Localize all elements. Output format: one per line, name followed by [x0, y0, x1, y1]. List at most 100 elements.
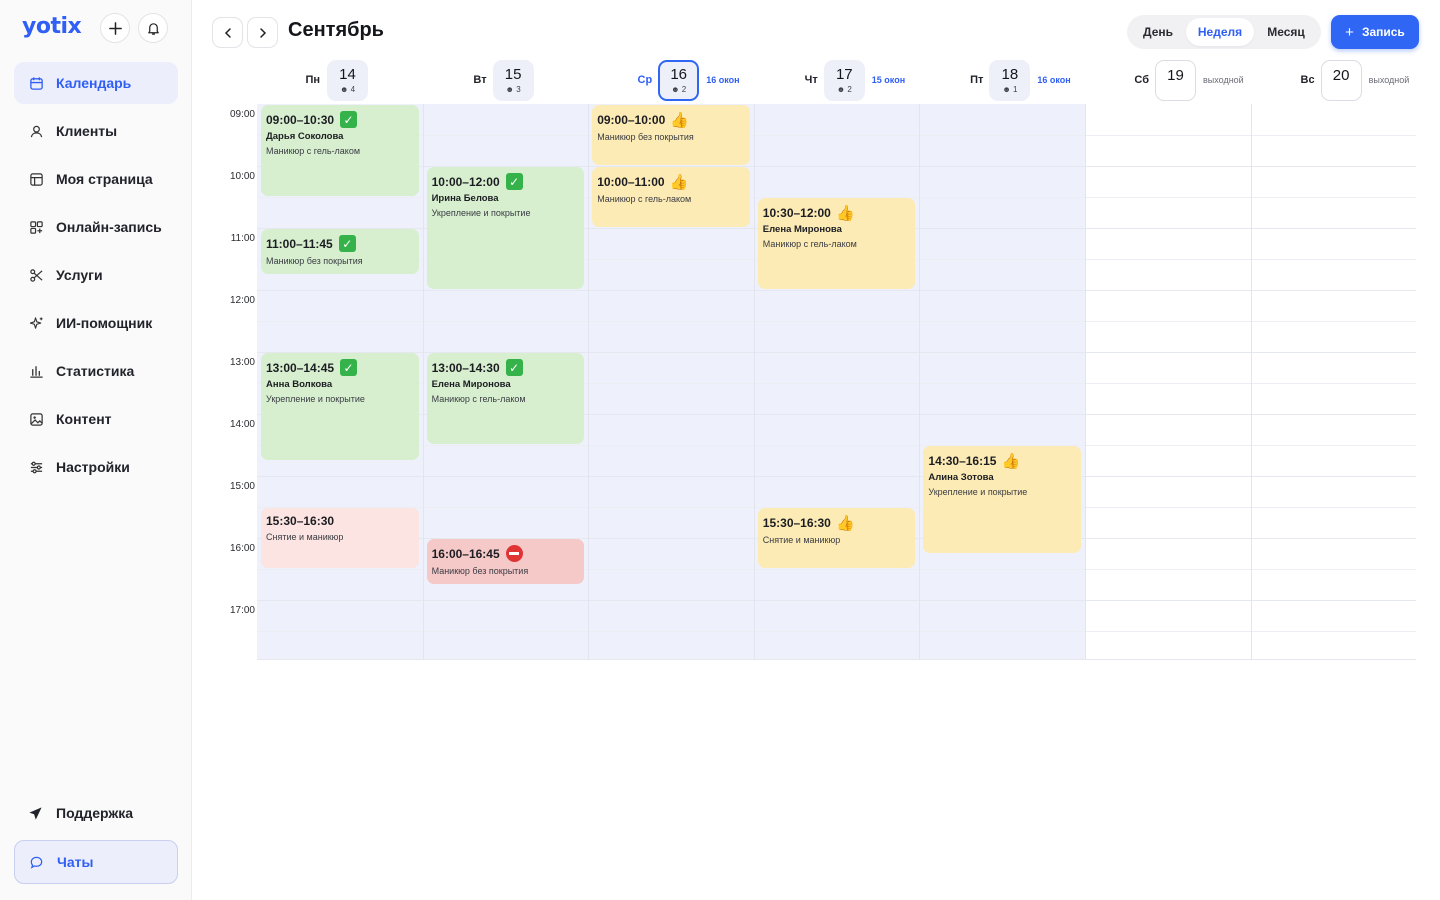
view-week-tab[interactable]: Неделя: [1186, 18, 1254, 46]
appointment-time-text: 11:00–11:45: [266, 236, 333, 251]
sidebar-item-label: Календарь: [56, 75, 132, 91]
sidebar-item-clients[interactable]: Клиенты: [14, 110, 178, 152]
no-entry-icon: [505, 545, 523, 562]
bell-icon: [147, 22, 159, 35]
next-week-button[interactable]: [247, 17, 278, 48]
day-header-4[interactable]: Пт 18 ☻ 1 16 окон: [919, 60, 1084, 102]
time-label: 17:00: [229, 605, 255, 616]
client-name: Ирина Белова: [431, 193, 499, 204]
day-date-box[interactable]: 20: [1320, 60, 1362, 101]
thumbs-up-icon: 👍: [670, 111, 690, 129]
check-icon: ✓: [505, 359, 523, 376]
notifications-button[interactable]: [138, 13, 168, 43]
day-date-box[interactable]: 15 ☻ 3: [492, 60, 534, 101]
grid-divider: [422, 104, 424, 660]
day-column[interactable]: [919, 104, 1085, 660]
add-appointment-button[interactable]: + Запись: [1331, 15, 1419, 49]
sidebar-item-label: Онлайн-запись: [56, 219, 162, 235]
day-date: 19: [1167, 67, 1184, 84]
grid-line: [257, 631, 1416, 632]
appointment-time: 09:00–10:00 👍: [597, 111, 745, 129]
day-header-2[interactable]: Ср 16 ☻ 2 16 окон: [588, 60, 753, 102]
appointment-card[interactable]: 13:00–14:45 ✓ Анна Волкова Укрепление и пок…: [261, 353, 419, 460]
day-date-box[interactable]: 17 ☻ 2: [823, 60, 865, 101]
day-date: 17: [835, 66, 853, 83]
day-name: Чт: [804, 74, 818, 86]
day-header-0[interactable]: Пн 14 ☻ 4: [257, 60, 422, 102]
person-icon: [28, 123, 44, 139]
image-icon: [28, 411, 44, 427]
sidebar-item-statistics[interactable]: Статистика: [14, 350, 178, 392]
service-name: Маникюр без покрытия: [597, 132, 694, 142]
day-header-5[interactable]: Сб 19 выходной: [1085, 60, 1250, 102]
grid-line: [257, 445, 1416, 446]
sidebar-item-label: Настройки: [56, 459, 130, 475]
sidebar-item-my-page[interactable]: Моя страница: [14, 158, 178, 200]
sidebar-item-services[interactable]: Услуги: [14, 254, 178, 296]
sidebar-item-content[interactable]: Контент: [14, 398, 178, 440]
thumbs-up-icon: 👍: [836, 204, 855, 222]
appointment-time: 11:00–11:45 ✓: [266, 235, 414, 252]
appointment-time-text: 13:00–14:30: [431, 360, 500, 375]
scissors-icon: [28, 267, 44, 283]
day-column[interactable]: [1250, 104, 1418, 660]
sidebar-item-ai-assistant[interactable]: ИИ-помощник: [14, 302, 178, 344]
day-date: 18: [1001, 66, 1019, 83]
grid-line: [257, 659, 1416, 660]
prev-week-button[interactable]: [212, 17, 243, 48]
person-icon: ☻: [1002, 85, 1011, 94]
week-grid[interactable]: 09:00–10:30 ✓ Дарья Соколова Маникюр с гель…: [257, 104, 1418, 660]
page-icon: [28, 171, 44, 187]
sidebar-item-settings[interactable]: Настройки: [14, 446, 178, 488]
day-date-box[interactable]: 18 ☻ 1: [989, 60, 1031, 101]
service-name: Укрепление и покрытие: [431, 208, 531, 218]
view-month-tab[interactable]: Месяц: [1254, 18, 1318, 46]
sidebar-item-label: Клиенты: [56, 123, 118, 139]
appointment-card[interactable]: 16:00–16:45 Маникюр без покрытия: [426, 539, 585, 584]
sidebar-item-online-booking[interactable]: Онлайн-запись: [14, 206, 178, 248]
chats-button[interactable]: Чаты: [14, 840, 178, 884]
grid-line: [257, 476, 1416, 477]
view-day-tab[interactable]: День: [1130, 18, 1186, 46]
chat-bubble-icon: [29, 854, 45, 870]
sidebar: yotix Календарь Клиенты Моя страница Онл…: [0, 0, 192, 900]
appointment-card[interactable]: 09:00–10:30 ✓ Дарья Соколова Маникюр с гель…: [261, 105, 419, 196]
day-date: 15: [504, 66, 522, 83]
day-header-3[interactable]: Чт 17 ☻ 2 15 окон: [754, 60, 919, 102]
check-icon: ✓: [338, 235, 356, 252]
appointment-card[interactable]: 14:30–16:15 👍 Алина Зотова Укрепление и пок…: [923, 446, 1081, 553]
service-name: Маникюр с гель-лаком: [762, 239, 857, 249]
sidebar-item-label: Контент: [56, 411, 112, 427]
appointment-card[interactable]: 15:30–16:30 Снятие и маникюр: [261, 508, 419, 568]
day-header-1[interactable]: Вт 15 ☻ 3: [423, 60, 588, 102]
appointment-time-text: 10:30–12:00: [762, 205, 831, 220]
appointment-card[interactable]: 10:30–12:00 👍 Елена Миронова Маникюр с гель…: [757, 198, 916, 289]
day-date-box[interactable]: 19: [1155, 60, 1196, 101]
appointment-card[interactable]: 15:30–16:30 👍 Снятие и маникюр: [757, 508, 916, 568]
day-date-box[interactable]: 16 ☻ 2: [658, 60, 700, 101]
appointment-time-text: 13:00–14:45: [266, 360, 335, 375]
day-name: Пт: [970, 74, 984, 86]
booking-count-value: 3: [516, 85, 521, 94]
appointment-card[interactable]: 10:00–11:00 👍 Маникюр с гель-лаком: [592, 167, 750, 227]
grid-divider: [1085, 104, 1086, 660]
appointment-card[interactable]: 11:00–11:45 ✓ Маникюр без покрытия: [261, 229, 419, 274]
appointment-time-text: 09:00–10:30: [266, 112, 335, 127]
quick-add-button[interactable]: [100, 13, 130, 43]
appointment-time-text: 10:00–12:00: [431, 174, 500, 189]
appointment-time: 16:00–16:45: [432, 545, 580, 562]
support-link[interactable]: Поддержка: [14, 792, 178, 834]
app-logo[interactable]: yotix: [22, 14, 82, 39]
booking-count-value: 2: [681, 85, 687, 94]
day-header-6[interactable]: Вс 20 выходной: [1251, 60, 1416, 102]
appointment-card[interactable]: 09:00–10:00 👍 Маникюр без покрытия: [592, 105, 750, 165]
appointment-card[interactable]: 13:00–14:30 ✓ Елена Миронова Маникюр с гель…: [426, 353, 585, 444]
sidebar-item-calendar[interactable]: Календарь: [14, 62, 178, 104]
day-name: Ср: [637, 74, 653, 86]
service-name: Маникюр с гель-лаком: [431, 394, 526, 404]
day-column[interactable]: [753, 104, 920, 660]
send-icon: [28, 805, 44, 821]
day-date-box[interactable]: 14 ☻ 4: [327, 60, 368, 101]
day-column[interactable]: [1085, 104, 1251, 660]
appointment-card[interactable]: 10:00–12:00 ✓ Ирина Белова Укрепление и пок…: [426, 167, 585, 289]
